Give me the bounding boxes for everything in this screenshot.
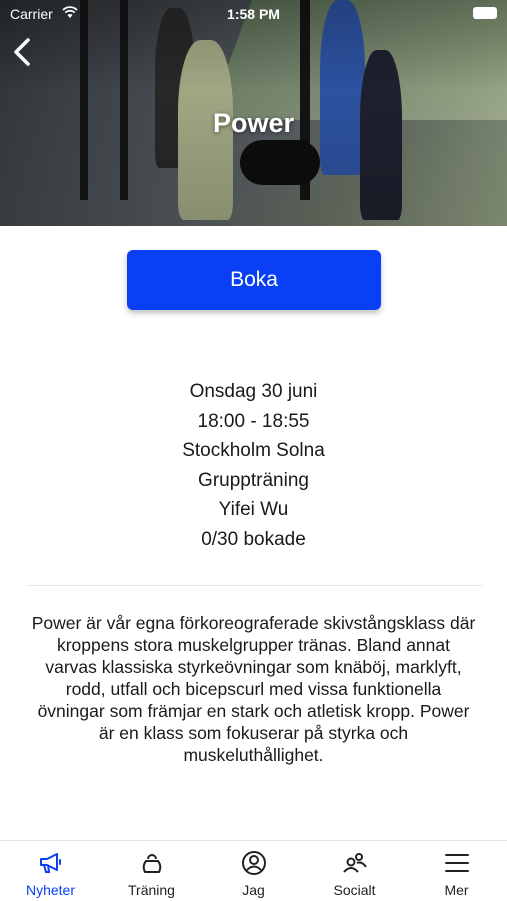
- kettlebell-icon: [142, 854, 162, 873]
- tab-socialt[interactable]: Socialt: [304, 841, 405, 901]
- hero-image: Carrier 1:58 PM Power: [0, 0, 507, 226]
- class-date: Onsdag 30 juni: [189, 381, 318, 402]
- tab-nyheter[interactable]: Nyheter: [0, 841, 101, 901]
- menu-icon: [445, 854, 469, 872]
- class-time: 18:00 - 18:55: [197, 410, 310, 432]
- tab-mer[interactable]: Mer: [406, 841, 507, 901]
- tab-traning[interactable]: Träning: [101, 841, 202, 901]
- class-description: Power är vår egna förkoreograferade skiv…: [31, 613, 476, 765]
- tab-bar: Nyheter Träning Jag Socialt Mer: [0, 840, 507, 901]
- class-title: Power: [212, 108, 295, 138]
- back-chevron-icon[interactable]: [8, 36, 38, 68]
- status-bar: Carrier 1:58 PM: [0, 0, 507, 28]
- tab-label: Mer: [444, 882, 469, 898]
- tab-label: Jag: [242, 882, 265, 898]
- class-details: Onsdag 30 juni 18:00 - 18:55 Stockholm S…: [0, 377, 507, 554]
- tab-label: Träning: [128, 882, 175, 898]
- divider: [27, 585, 483, 586]
- booking-count: 0/30 bokade: [201, 528, 306, 550]
- book-button[interactable]: Boka: [127, 250, 381, 310]
- people-icon: [343, 853, 367, 873]
- tab-jag[interactable]: Jag: [203, 841, 304, 901]
- battery-icon: [473, 7, 497, 19]
- clock: 1:58 PM: [227, 6, 280, 22]
- class-location: Stockholm Solna: [182, 440, 325, 461]
- tab-label: Socialt: [333, 882, 376, 898]
- profile-icon: [242, 851, 266, 875]
- class-instructor: Yifei Wu: [218, 499, 289, 520]
- tab-label: Nyheter: [25, 882, 76, 898]
- megaphone-icon: [40, 853, 61, 873]
- class-category: Gruppträning: [198, 469, 309, 491]
